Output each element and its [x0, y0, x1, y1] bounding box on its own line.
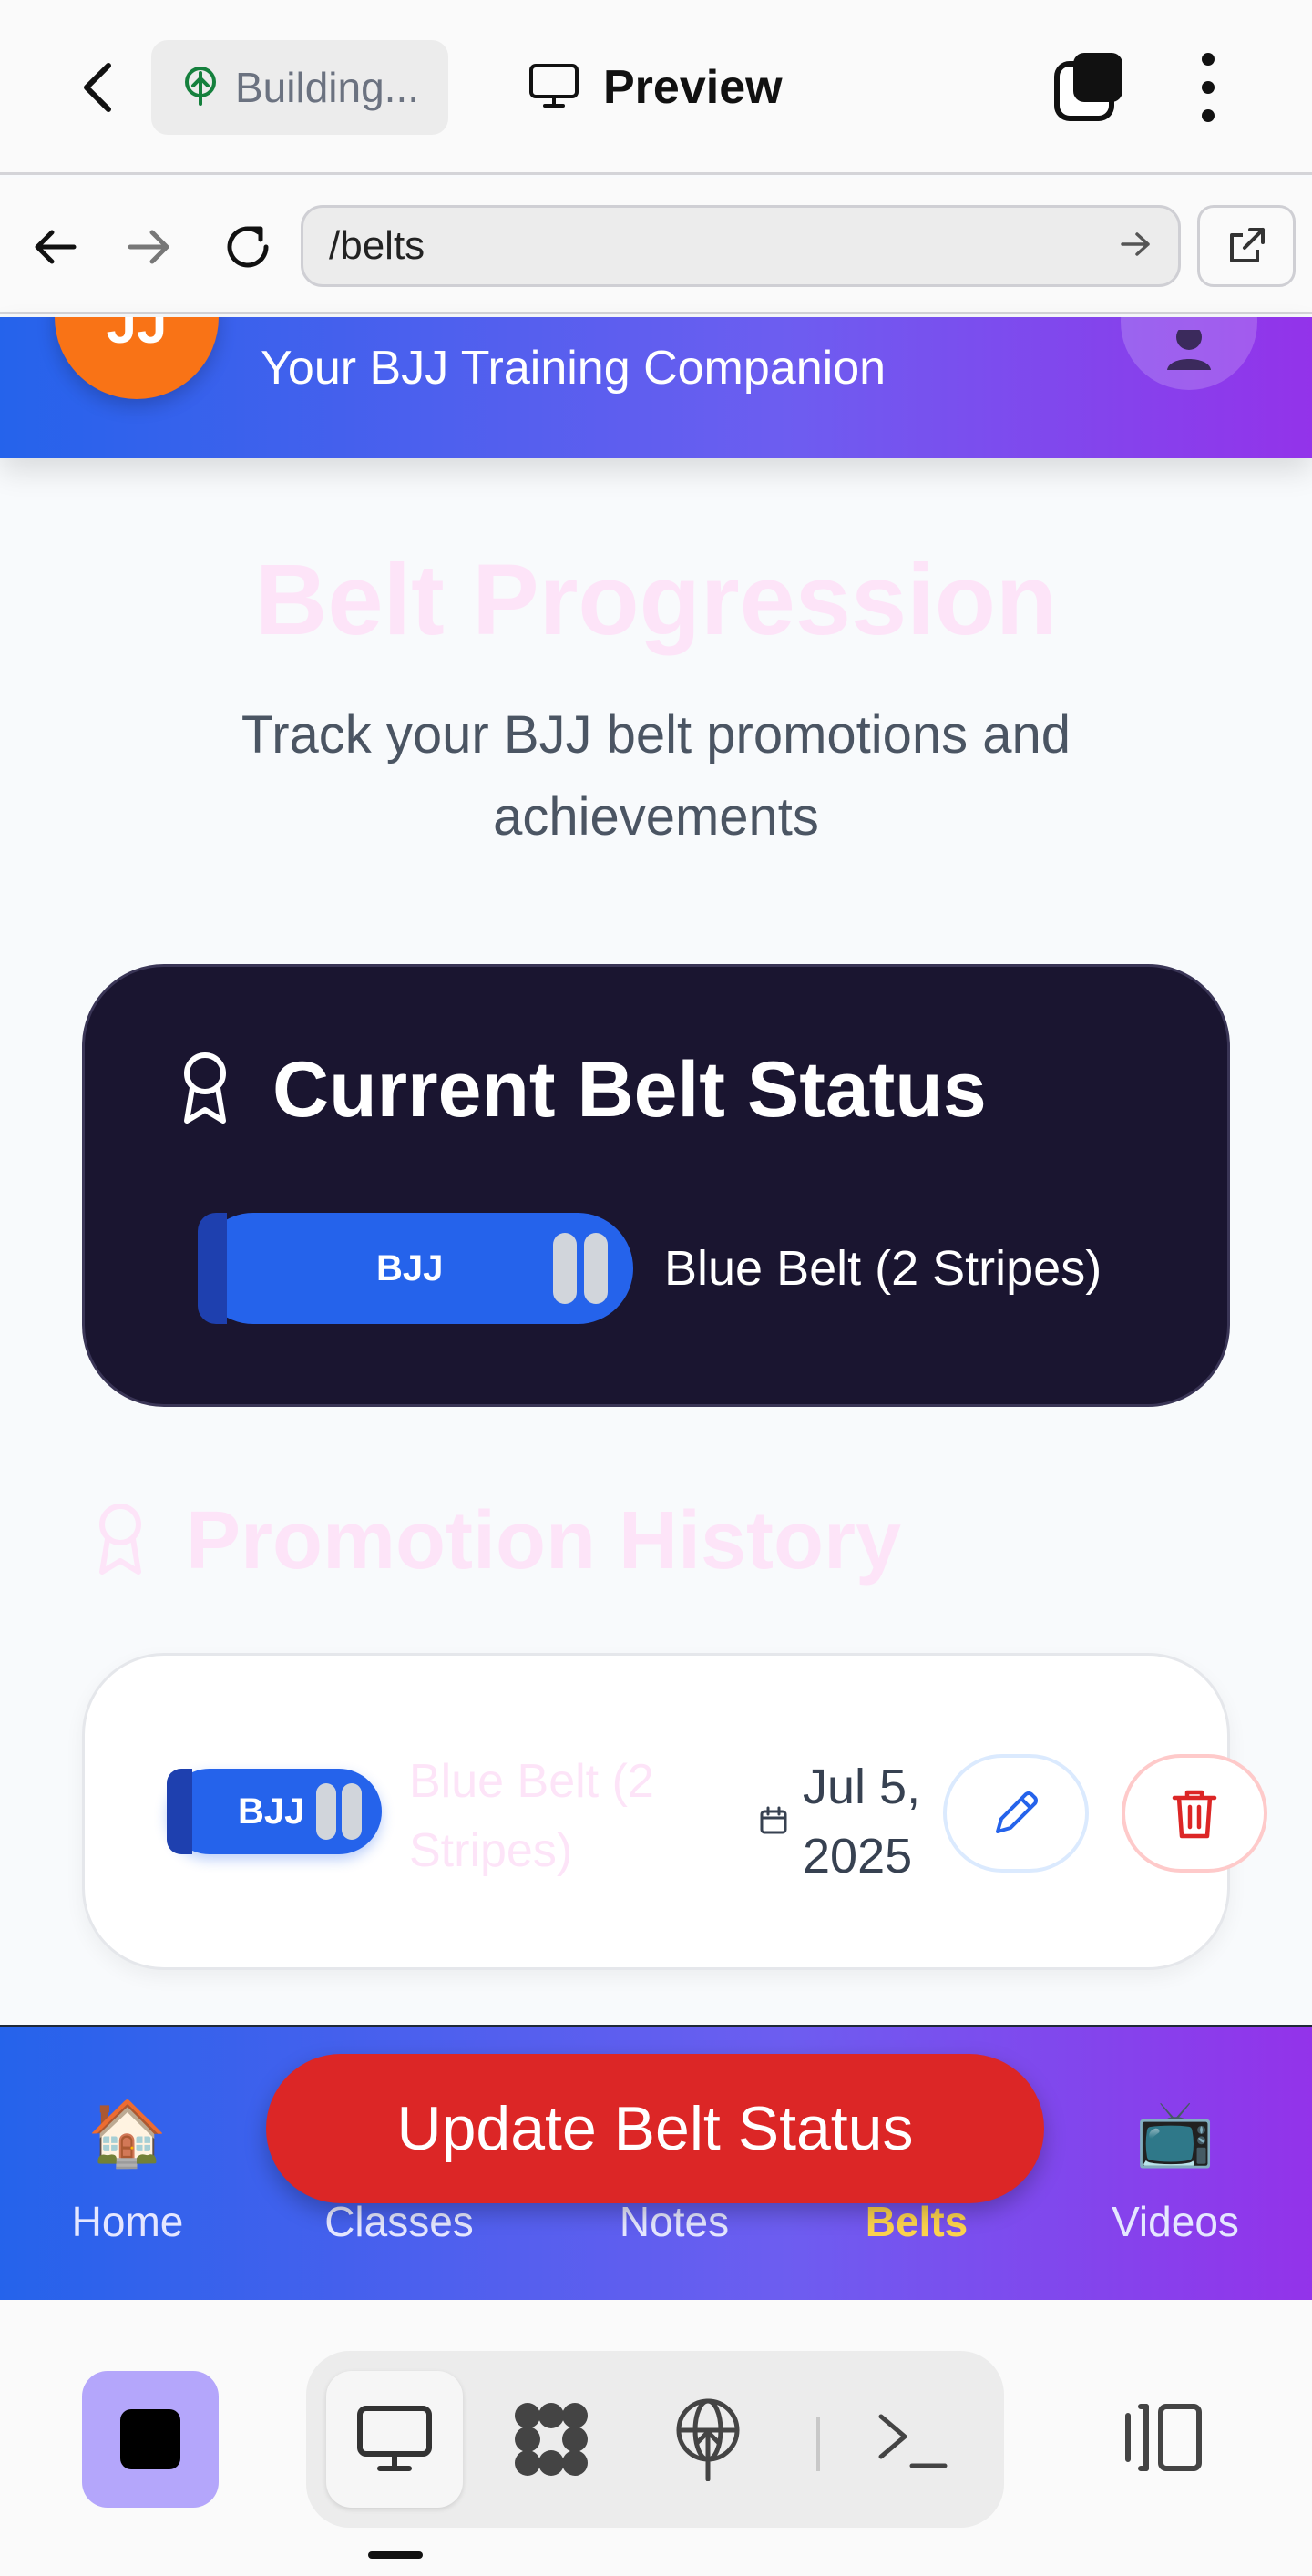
apps-icon — [515, 2403, 588, 2476]
preview-label: Preview — [603, 61, 783, 114]
edit-promotion-button[interactable] — [943, 1754, 1089, 1873]
nav-label: Classes — [324, 2198, 474, 2245]
arrow-left-icon[interactable] — [22, 214, 87, 280]
arrow-right-icon[interactable] — [117, 214, 182, 280]
promotion-date: Jul 5, 2025 — [803, 1760, 921, 1883]
split-view-icon — [1125, 2404, 1202, 2471]
tv-icon: 📺 — [1135, 2098, 1215, 2169]
user-icon — [1167, 330, 1211, 370]
open-external-button[interactable] — [1197, 205, 1296, 287]
top-app-bar: Building... Preview — [0, 0, 1312, 175]
back-chevron-icon[interactable] — [73, 60, 120, 115]
nav-label: Notes — [619, 2198, 730, 2245]
delete-promotion-button[interactable] — [1122, 1754, 1267, 1873]
page-subtitle: Track your BJJ belt promotions and achie… — [241, 705, 1071, 847]
url-bar: /belts — [0, 178, 1312, 314]
award-icon — [91, 1501, 149, 1582]
building-label: Building... — [235, 64, 420, 111]
app-logo[interactable]: JJ — [55, 317, 219, 399]
current-belt-title: Current Belt Status — [272, 1046, 987, 1134]
monitor-icon — [528, 63, 579, 113]
monitor-icon — [357, 2406, 432, 2471]
belt-graphic: BJJ — [167, 1769, 382, 1854]
current-belt-card: Current Belt Status BJJ Blue Belt (2 Str… — [82, 964, 1230, 1407]
stop-button[interactable] — [82, 2371, 219, 2508]
belt-stripe — [342, 1783, 362, 1840]
app-tagline: Your BJJ Training Companion — [261, 342, 887, 395]
update-belt-status-button[interactable]: Update Belt Status — [266, 2054, 1044, 2203]
tabs-icon[interactable] — [1053, 51, 1126, 124]
deploy-button[interactable] — [640, 2371, 776, 2508]
separator — [816, 2417, 820, 2471]
house-icon: 🏠 — [87, 2098, 168, 2169]
belt-stripe — [316, 1783, 336, 1840]
nav-label: Home — [71, 2198, 184, 2245]
home-indicator — [368, 2551, 423, 2559]
more-options-icon[interactable] — [1190, 53, 1226, 122]
promotion-history-heading: Promotion History — [91, 1494, 901, 1588]
belt-graphic: BJJ — [198, 1213, 633, 1324]
terminal-icon — [878, 2414, 948, 2468]
components-button[interactable] — [483, 2371, 620, 2508]
desktop-mode-button[interactable] — [326, 2371, 463, 2508]
belt-stripe — [553, 1233, 577, 1304]
app-header: JJ Your BJJ Training Companion — [0, 317, 1312, 458]
go-arrow-icon[interactable] — [1120, 231, 1153, 262]
calendar-icon — [759, 1806, 788, 1840]
reload-icon[interactable] — [215, 214, 281, 280]
current-belt-status: Blue Belt (2 Stripes) — [664, 1241, 1102, 1296]
globe-icon — [676, 2398, 740, 2481]
preview-toggle[interactable]: Preview — [528, 55, 783, 120]
stop-icon — [120, 2409, 180, 2469]
url-input[interactable]: /belts — [301, 205, 1181, 287]
belt-label: BJJ — [376, 1247, 444, 1288]
building-status-pill[interactable]: Building... — [151, 40, 448, 135]
page-title: Belt Progression — [254, 544, 1058, 656]
pencil-icon — [996, 1791, 1038, 1833]
promotion-name: Blue Belt (2 Stripes) — [409, 1755, 654, 1877]
split-view-button[interactable] — [1112, 2369, 1212, 2506]
logo-text: JJ — [106, 317, 168, 354]
console-button[interactable] — [844, 2371, 980, 2508]
belt-label: BJJ — [238, 1791, 305, 1832]
profile-button[interactable] — [1121, 317, 1257, 390]
award-icon — [176, 1050, 234, 1131]
promotion-entry: BJJ Blue Belt (2 Stripes) Jul 5, 2025 — [82, 1653, 1267, 1970]
system-toolbar — [0, 2300, 1312, 2576]
nav-label: Videos — [1112, 2198, 1239, 2245]
external-link-icon — [1230, 228, 1265, 262]
url-text: /belts — [329, 223, 425, 268]
sprout-icon — [182, 66, 219, 110]
belt-stripe — [584, 1233, 608, 1304]
promotion-history-title: Promotion History — [186, 1495, 902, 1586]
trash-icon — [1172, 1790, 1217, 1839]
current-belt-heading: Current Belt Status — [176, 1045, 987, 1135]
nav-label: Belts — [865, 2198, 969, 2245]
nav-item-videos[interactable]: 📺 Videos — [1084, 2027, 1266, 2303]
mode-switcher — [306, 2351, 1004, 2528]
nav-item-home[interactable]: 🏠 Home — [55, 2027, 200, 2303]
